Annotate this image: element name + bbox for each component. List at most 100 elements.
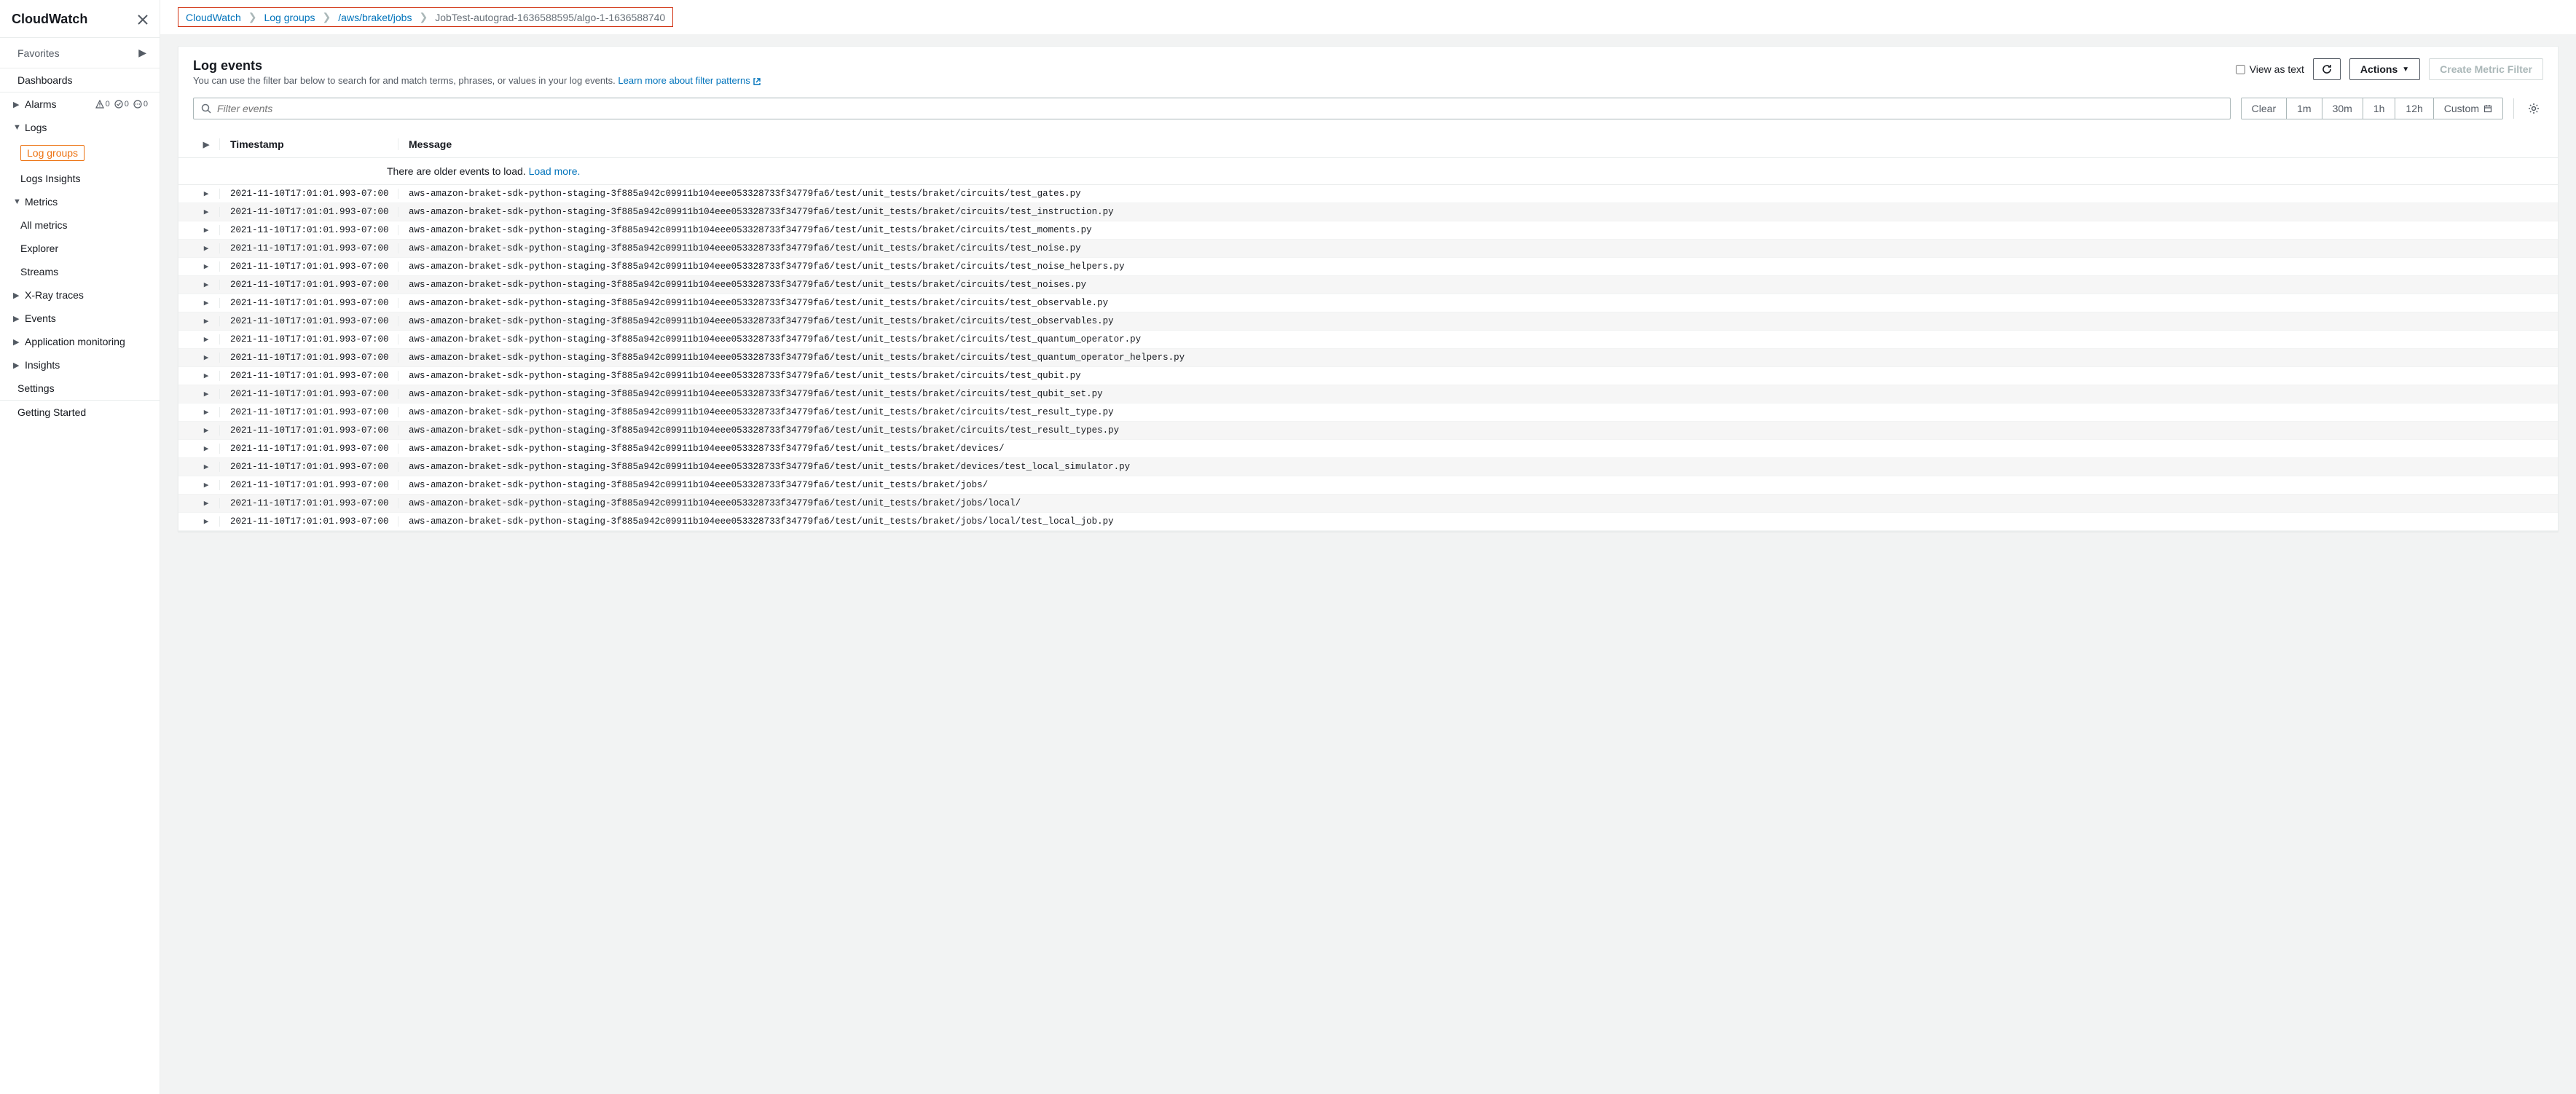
table-row[interactable]: ▶ 2021-11-10T17:01:01.993-07:00 aws-amazon…	[178, 440, 2558, 458]
nav-streams[interactable]: Streams	[0, 260, 160, 283]
view-as-text-checkbox[interactable]	[2236, 65, 2245, 74]
expand-row-icon[interactable]: ▶	[193, 261, 219, 272]
table-row[interactable]: ▶ 2021-11-10T17:01:01.993-07:00 aws-amazon…	[178, 203, 2558, 221]
table-row[interactable]: ▶2021-11-10T17:01:01.993-07:00aws-amazon…	[178, 385, 2558, 404]
log-events-panel: Log events You can use the filter bar be…	[178, 46, 2559, 532]
expand-row-icon[interactable]: ▶	[193, 353, 219, 363]
table-row[interactable]: ▶2021-11-10T17:01:01.993-07:00aws-amazon…	[178, 221, 2558, 240]
table-row[interactable]: ▶2021-11-10T17:01:01.993-07:00aws-amazon…	[178, 240, 2558, 258]
expand-row-icon[interactable]: ▶	[193, 389, 219, 399]
table-row[interactable]: ▶2021-11-10T17:01:01.993-07:00aws-amazon…	[178, 422, 2558, 440]
cell-timestamp: 2021-11-10T17:01:01.993-07:00	[230, 316, 398, 326]
breadcrumb-item[interactable]: CloudWatch	[186, 12, 241, 23]
cell-message: aws-amazon-braket-sdk-python-staging-3f8…	[409, 444, 2543, 454]
expand-all-toggle[interactable]: ▶	[193, 140, 219, 149]
nav-getting-started[interactable]: Getting Started	[0, 401, 160, 424]
table-row[interactable]: ▶2021-11-10T17:01:01.993-07:00aws-amazon…	[178, 367, 2558, 385]
range-1m[interactable]: 1m	[2287, 98, 2322, 119]
expand-row-icon[interactable]: ▶	[193, 462, 219, 472]
range-1h[interactable]: 1h	[2363, 98, 2396, 119]
sidebar: CloudWatch Favorites ▶ Dashboards ▶ Alar…	[0, 0, 160, 1094]
cell-timestamp: 2021-11-10T17:01:01.993-07:00	[230, 407, 398, 417]
cell-message: aws-amazon-braket-sdk-python-staging-3f8…	[409, 207, 2543, 217]
cell-message: aws-amazon-braket-sdk-python-staging-3f8…	[409, 316, 2543, 326]
expand-row-icon[interactable]: ▶	[193, 407, 219, 417]
expand-row-icon[interactable]: ▶	[193, 425, 219, 436]
nav-log-groups[interactable]: Log groups	[0, 139, 160, 167]
breadcrumb-item[interactable]: Log groups	[264, 12, 315, 23]
expand-row-icon[interactable]: ▶	[193, 444, 219, 454]
panel-description: You can use the filter bar below to sear…	[193, 75, 761, 86]
table-row[interactable]: ▶2021-11-10T17:01:01.993-07:00aws-amazon…	[178, 349, 2558, 367]
learn-more-link[interactable]: Learn more about filter patterns	[618, 75, 750, 86]
cell-timestamp: 2021-11-10T17:01:01.993-07:00	[230, 516, 398, 527]
nav-explorer[interactable]: Explorer	[0, 237, 160, 260]
nav-settings[interactable]: Settings	[0, 377, 160, 400]
expand-row-icon[interactable]: ▶	[193, 498, 219, 508]
table-row[interactable]: ▶2021-11-10T17:01:01.993-07:00aws-amazon…	[178, 404, 2558, 422]
nav-logs-insights[interactable]: Logs Insights	[0, 167, 160, 190]
expand-row-icon[interactable]: ▶	[193, 225, 219, 235]
table-row[interactable]: ▶2021-11-10T17:01:01.993-07:00aws-amazon…	[178, 513, 2558, 531]
cell-timestamp: 2021-11-10T17:01:01.993-07:00	[230, 243, 398, 253]
range-30m[interactable]: 30m	[2322, 98, 2363, 119]
range-custom[interactable]: Custom	[2434, 98, 2502, 119]
chevron-right-icon: ▶	[138, 47, 146, 59]
table-row[interactable]: ▶ 2021-11-10T17:01:01.993-07:00 aws-amazon…	[178, 312, 2558, 331]
create-metric-filter-button[interactable]: Create Metric Filter	[2429, 58, 2543, 80]
nav-logs[interactable]: ▼ Logs	[0, 116, 160, 139]
nav-app-monitoring[interactable]: ▶ Application monitoring	[0, 330, 160, 353]
nav-xray[interactable]: ▶ X-Ray traces	[0, 283, 160, 307]
load-more-link[interactable]: Load more.	[529, 165, 581, 177]
nav-alarms[interactable]: ▶ Alarms 0 0 0	[0, 93, 160, 116]
table-row[interactable]: ▶2021-11-10T17:01:01.993-07:00aws-amazon…	[178, 185, 2558, 203]
older-events-text: There are older events to load.	[387, 165, 529, 177]
cell-timestamp: 2021-11-10T17:01:01.993-07:00	[230, 353, 398, 363]
table-row[interactable]: ▶2021-11-10T17:01:01.993-07:00aws-amazon…	[178, 331, 2558, 349]
expand-row-icon[interactable]: ▶	[193, 371, 219, 381]
expand-row-icon[interactable]: ▶	[193, 316, 219, 326]
expand-row-icon[interactable]: ▶	[193, 280, 219, 290]
separator	[2513, 98, 2514, 119]
col-header-timestamp: Timestamp	[230, 138, 398, 150]
external-link-icon	[753, 77, 761, 86]
table-row[interactable]: ▶2021-11-10T17:01:01.993-07:00aws-amazon…	[178, 458, 2558, 476]
actions-button[interactable]: Actions ▼	[2349, 58, 2420, 80]
settings-gear-icon[interactable]	[2524, 102, 2543, 115]
expand-row-icon[interactable]: ▶	[193, 298, 219, 308]
view-as-text-toggle[interactable]: View as text	[2236, 63, 2304, 75]
chevron-right-icon: ❯	[323, 11, 331, 23]
expand-row-icon[interactable]: ▶	[193, 189, 219, 199]
table-row[interactable]: ▶2021-11-10T17:01:01.993-07:00aws-amazon…	[178, 258, 2558, 276]
nav-metrics[interactable]: ▼ Metrics	[0, 190, 160, 213]
table-row[interactable]: ▶2021-11-10T17:01:01.993-07:00aws-amazon…	[178, 294, 2558, 312]
expand-row-icon[interactable]: ▶	[193, 516, 219, 527]
range-clear[interactable]: Clear	[2242, 98, 2287, 119]
expand-row-icon[interactable]: ▶	[193, 334, 219, 345]
nav-all-metrics[interactable]: All metrics	[0, 213, 160, 237]
sidebar-close-icon[interactable]	[138, 15, 148, 25]
table-row[interactable]: ▶2021-11-10T17:01:01.993-07:00aws-amazon…	[178, 495, 2558, 513]
nav-events[interactable]: ▶ Events	[0, 307, 160, 330]
cell-timestamp: 2021-11-10T17:01:01.993-07:00	[230, 444, 398, 454]
range-12h[interactable]: 12h	[2395, 98, 2433, 119]
breadcrumb-item[interactable]: /aws/braket/jobs	[338, 12, 412, 23]
cell-message: aws-amazon-braket-sdk-python-staging-3f8…	[409, 334, 2543, 345]
expand-row-icon[interactable]: ▶	[193, 480, 219, 490]
filter-events-input[interactable]	[217, 103, 2223, 114]
breadcrumb-current: JobTest-autograd-1636588595/algo-1-16365…	[435, 12, 665, 23]
expand-row-icon[interactable]: ▶	[193, 243, 219, 253]
expand-row-icon[interactable]: ▶	[193, 207, 219, 217]
cell-message: aws-amazon-braket-sdk-python-staging-3f8…	[409, 298, 2543, 308]
cell-message: aws-amazon-braket-sdk-python-staging-3f8…	[409, 371, 2543, 381]
refresh-button[interactable]	[2313, 58, 2341, 80]
cell-timestamp: 2021-11-10T17:01:01.993-07:00	[230, 207, 398, 217]
nav-insights[interactable]: ▶ Insights	[0, 353, 160, 377]
filter-events-input-wrap[interactable]	[193, 98, 2231, 119]
caret-right-icon: ▶	[13, 100, 20, 109]
favorites-row[interactable]: Favorites ▶	[0, 38, 160, 68]
table-row[interactable]: ▶2021-11-10T17:01:01.993-07:00aws-amazon…	[178, 276, 2558, 294]
table-row[interactable]: ▶2021-11-10T17:01:01.993-07:00aws-amazon…	[178, 476, 2558, 495]
cell-message: aws-amazon-braket-sdk-python-staging-3f8…	[409, 480, 2543, 490]
nav-dashboards[interactable]: Dashboards	[0, 68, 160, 92]
